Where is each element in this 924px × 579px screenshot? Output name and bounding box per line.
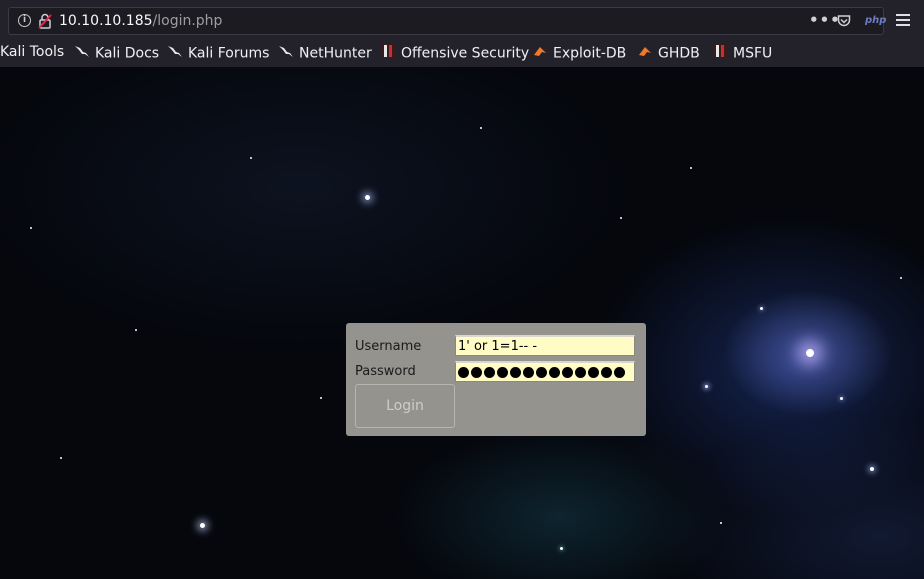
password-mask-dot	[614, 367, 625, 378]
password-mask-dot	[575, 367, 586, 378]
star-decoration	[365, 195, 370, 200]
password-mask-dot	[510, 367, 521, 378]
password-input[interactable]	[455, 361, 635, 382]
star-decoration	[320, 397, 322, 399]
username-label: Username	[355, 339, 422, 354]
star-decoration	[135, 329, 137, 331]
star-decoration	[720, 522, 722, 524]
star-decoration	[560, 547, 563, 550]
star-decoration	[760, 307, 763, 310]
password-mask-dot	[562, 367, 573, 378]
login-button[interactable]: Login	[355, 384, 455, 428]
kali-dragon-icon	[167, 43, 183, 64]
password-mask-dot	[536, 367, 547, 378]
exploitdb-icon	[637, 43, 653, 64]
bookmark-msfu[interactable]: MSFU	[712, 43, 773, 64]
offsec-icon	[712, 43, 728, 64]
star-decoration	[480, 127, 482, 129]
bookmark-kali-tools[interactable]: Kali Tools	[0, 43, 64, 61]
star-decoration	[200, 523, 205, 528]
password-mask-dot	[523, 367, 534, 378]
star-decoration	[30, 227, 32, 229]
star-decoration	[705, 385, 708, 388]
bookmark-kali-docs[interactable]: Kali Docs	[74, 43, 160, 64]
star-decoration	[900, 277, 902, 279]
bookmark-label: Kali Tools	[0, 44, 65, 60]
pocket-icon[interactable]	[837, 13, 851, 32]
username-input[interactable]: 1' or 1=1-- -	[455, 335, 635, 356]
star-decoration	[250, 157, 252, 159]
bookmark-label: GHDB	[658, 45, 700, 62]
bookmark-nethunter[interactable]: NetHunter	[278, 43, 372, 64]
bookmark-label: Exploit-DB	[553, 45, 627, 62]
bookmark-exploit-db[interactable]: Exploit-DB	[532, 43, 627, 64]
bookmark-label: Kali Docs	[95, 45, 160, 62]
kali-dragon-icon	[74, 43, 90, 64]
password-mask-dot	[458, 367, 469, 378]
browser-chrome: i 10.10.10.185/login.php ••• php Kali To…	[0, 0, 924, 67]
bookmark-label: MSFU	[733, 45, 773, 62]
bookmark-offensive-security[interactable]: Offensive Security	[380, 43, 530, 64]
offsec-icon	[380, 43, 396, 64]
password-mask-dot	[588, 367, 599, 378]
star-decoration	[60, 457, 62, 459]
insecure-connection-icon[interactable]	[38, 13, 52, 33]
password-label: Password	[355, 364, 416, 379]
star-decoration	[690, 167, 692, 169]
password-mask-dot	[497, 367, 508, 378]
star-decoration	[806, 349, 814, 357]
hamburger-menu-icon[interactable]	[896, 14, 910, 26]
star-decoration	[620, 217, 622, 219]
password-mask-dot	[549, 367, 560, 378]
kali-dragon-icon	[278, 43, 294, 64]
bookmark-label: NetHunter	[299, 45, 372, 62]
bookmark-ghdb[interactable]: GHDB	[637, 43, 700, 64]
password-mask-dot	[471, 367, 482, 378]
php-extension-icon[interactable]: php	[865, 15, 886, 26]
bookmark-label: Offensive Security	[401, 45, 530, 62]
login-form: Username 1' or 1=1-- - Password Login	[346, 323, 646, 436]
bookmarks-toolbar: Kali Tools Kali Docs Kali Forums NetHunt…	[0, 40, 924, 64]
info-icon[interactable]: i	[18, 14, 31, 27]
star-decoration	[870, 467, 874, 471]
bookmark-label: Kali Forums	[188, 45, 270, 62]
url-host: 10.10.10.185	[59, 13, 153, 29]
bookmark-kali-forums[interactable]: Kali Forums	[167, 43, 270, 64]
url-bar[interactable]: i 10.10.10.185/login.php ••• php	[8, 7, 886, 35]
page-actions-menu-icon[interactable]: •••	[809, 11, 841, 29]
password-mask-dot	[484, 367, 495, 378]
url-path: /login.php	[152, 13, 223, 29]
star-decoration	[840, 397, 843, 400]
password-mask-dot	[601, 367, 612, 378]
url-text[interactable]: 10.10.10.185/login.php	[59, 12, 222, 30]
exploitdb-icon	[532, 43, 548, 64]
